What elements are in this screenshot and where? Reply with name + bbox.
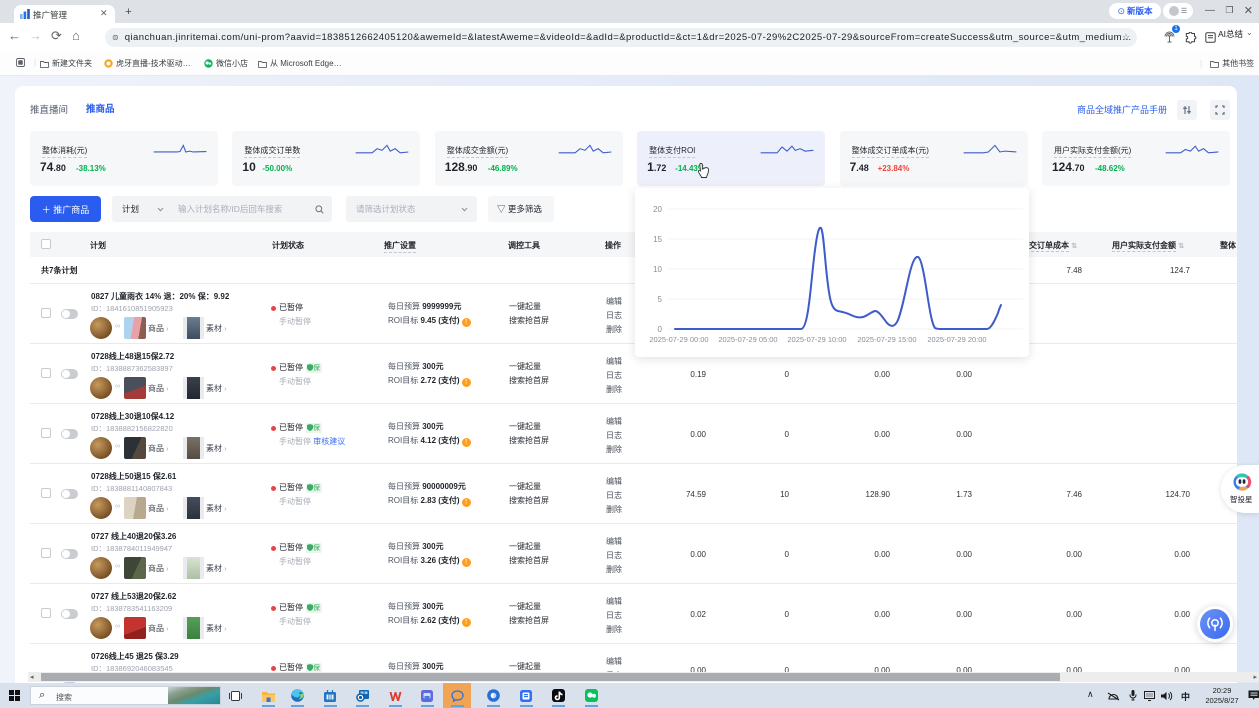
svg-text:2025-07-29 20:00: 2025-07-29 20:00 — [927, 335, 986, 344]
svg-text:15: 15 — [653, 235, 662, 244]
svg-text:2025-07-29 15:00: 2025-07-29 15:00 — [857, 335, 916, 344]
svg-text:20: 20 — [653, 205, 662, 214]
svg-text:0: 0 — [658, 325, 663, 334]
svg-text:2025-07-29 00:00: 2025-07-29 00:00 — [649, 335, 708, 344]
svg-text:10: 10 — [653, 265, 662, 274]
svg-text:5: 5 — [658, 295, 663, 304]
svg-text:2025-07-29 10:00: 2025-07-29 10:00 — [787, 335, 846, 344]
svg-text:2025-07-29 05:00: 2025-07-29 05:00 — [718, 335, 777, 344]
